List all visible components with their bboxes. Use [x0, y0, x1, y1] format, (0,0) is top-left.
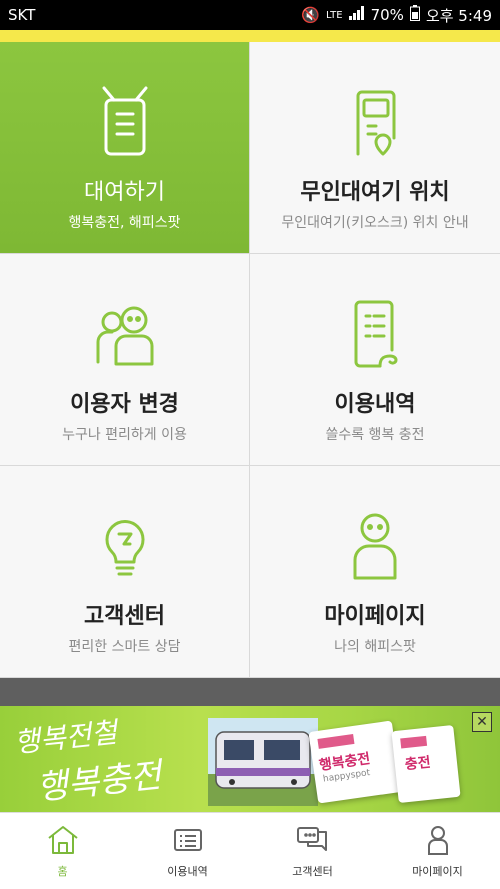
battery-percent: 70% [370, 6, 404, 24]
tile-title: 고객센터 [84, 604, 165, 629]
top-accent-bar [0, 30, 500, 42]
battery-icon [409, 5, 420, 25]
main-menu-grid: 대여하기 행복충전, 해피스팟 무인대여기 위치 무인대여기(키오스크) 위치 … [0, 42, 500, 678]
clock: 오후 5:49 [425, 6, 492, 25]
kiosk-location-icon [356, 90, 396, 156]
mute-icon: 🔇 [301, 6, 320, 24]
tab-label: 홈 [57, 865, 68, 878]
tile-usage-history[interactable]: 이용내역 쓸수록 행복 충전 [250, 254, 500, 466]
card-tag [400, 735, 428, 749]
divider-band [0, 678, 500, 706]
tile-title: 이용내역 [334, 392, 416, 417]
status-indicators: 🔇 LTE 70% 오후 5:49 [301, 5, 492, 26]
tab-label: 고객센터 [292, 865, 333, 878]
tile-subtitle: 편리한 스마트 상담 [68, 639, 181, 655]
status-bar: SKT 🔇 LTE 70% 오후 5:49 [0, 0, 500, 30]
tile-kiosk-location[interactable]: 무인대여기 위치 무인대여기(키오스크) 위치 안내 [250, 42, 500, 254]
train-image [208, 718, 318, 806]
card-label: 충전 [404, 754, 432, 774]
home-icon [47, 826, 78, 854]
person-icon [427, 826, 448, 855]
list-icon [173, 829, 202, 851]
tile-customer-center[interactable]: 고객센터 편리한 스마트 상담 [0, 466, 250, 678]
tab-label: 이용내역 [167, 865, 208, 878]
tab-customer-center[interactable]: 고객센터 [250, 813, 375, 889]
lightbulb-icon [105, 520, 144, 576]
tile-title: 무인대여기 위치 [300, 180, 450, 205]
rental-device-icon [102, 86, 147, 156]
promo-card: 충전 [391, 724, 461, 804]
tab-my-page[interactable]: 마이페이지 [375, 813, 500, 889]
tile-subtitle: 누구나 편리하게 이용 [62, 427, 187, 443]
tile-rental[interactable]: 대여하기 행복충전, 해피스팟 [0, 42, 250, 254]
signal-icon [348, 6, 365, 24]
chat-icon [296, 827, 327, 851]
tile-user-change[interactable]: 이용자 변경 누구나 편리하게 이용 [0, 254, 250, 466]
tab-label: 마이페이지 [412, 865, 463, 878]
tile-title: 이용자 변경 [70, 392, 179, 417]
tab-home[interactable]: 홈 [0, 813, 125, 889]
promo-card: 행복충전 happyspot [308, 720, 402, 804]
bottom-tab-bar: 홈 이용내역 고객센터 마이페이지 [0, 812, 500, 889]
person-icon [353, 513, 397, 580]
network-label: LTE [325, 9, 343, 21]
tile-my-page[interactable]: 마이페이지 나의 해피스팟 [250, 466, 500, 678]
card-tag [317, 733, 355, 749]
tile-subtitle: 쓸수록 행복 충전 [325, 427, 425, 443]
tile-subtitle: 나의 해피스팟 [334, 639, 416, 655]
close-icon[interactable]: ✕ [472, 712, 492, 732]
tile-title: 대여하기 [84, 180, 165, 205]
tile-subtitle: 무인대여기(키오스크) 위치 안내 [281, 215, 469, 231]
users-icon [96, 306, 153, 366]
carrier-label: SKT [8, 6, 36, 24]
tab-usage-history[interactable]: 이용내역 [125, 813, 250, 889]
promo-banner[interactable]: 행복전철 행복충전 행복충전 happyspot 충전 ✕ [0, 706, 500, 812]
tile-title: 마이페이지 [324, 604, 426, 629]
history-doc-icon [354, 300, 398, 368]
tile-subtitle: 행복충전, 해피스팟 [68, 215, 181, 231]
